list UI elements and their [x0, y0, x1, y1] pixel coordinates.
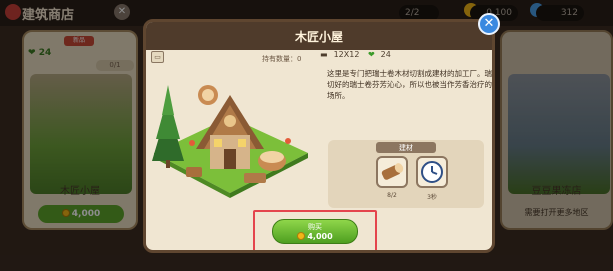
close-icon[interactable]: ✕	[478, 13, 500, 35]
log-count: 8/2	[387, 192, 397, 199]
buy-price: 4,000	[273, 232, 357, 241]
size-icon: ▬	[320, 50, 328, 59]
layout-icon[interactable]: ▭	[151, 51, 164, 63]
modal-title: 木匠小屋	[294, 30, 343, 44]
materials-label: 建材	[399, 144, 413, 152]
buy-highlight-box: 购买 4,000	[253, 210, 377, 250]
modal-header: 木匠小屋	[146, 22, 492, 50]
heart-icon: ❤	[367, 50, 375, 59]
building-description: 这里是专门把瑞士卷木材切割成建材的加工厂。瑞切好的瑞士卷芬芳沁心，所以也被当作芳…	[327, 69, 492, 100]
buy-button[interactable]: 购买 4,000	[272, 219, 358, 244]
building-detail-modal: 木匠小屋 ▭ 持有数量：0 ▬ 12X12 ❤ 24 这里是专门把瑞士卷木材切割成建…	[143, 19, 495, 253]
coin-icon	[297, 232, 306, 240]
carpenter-house-image	[152, 85, 308, 198]
materials-panel: 建材 8/2 3秒	[328, 140, 484, 208]
build-time: 3秒	[427, 194, 437, 201]
building-size: 12X12	[333, 50, 360, 59]
clock-icon	[416, 156, 448, 188]
building-stats: ▬ 12X12 ❤ 24	[320, 50, 397, 59]
owned-count: 持有数量：0	[262, 55, 302, 63]
log-icon[interactable]	[376, 156, 408, 188]
buy-label: 购买	[308, 223, 322, 231]
building-hearts: 24	[380, 50, 391, 59]
